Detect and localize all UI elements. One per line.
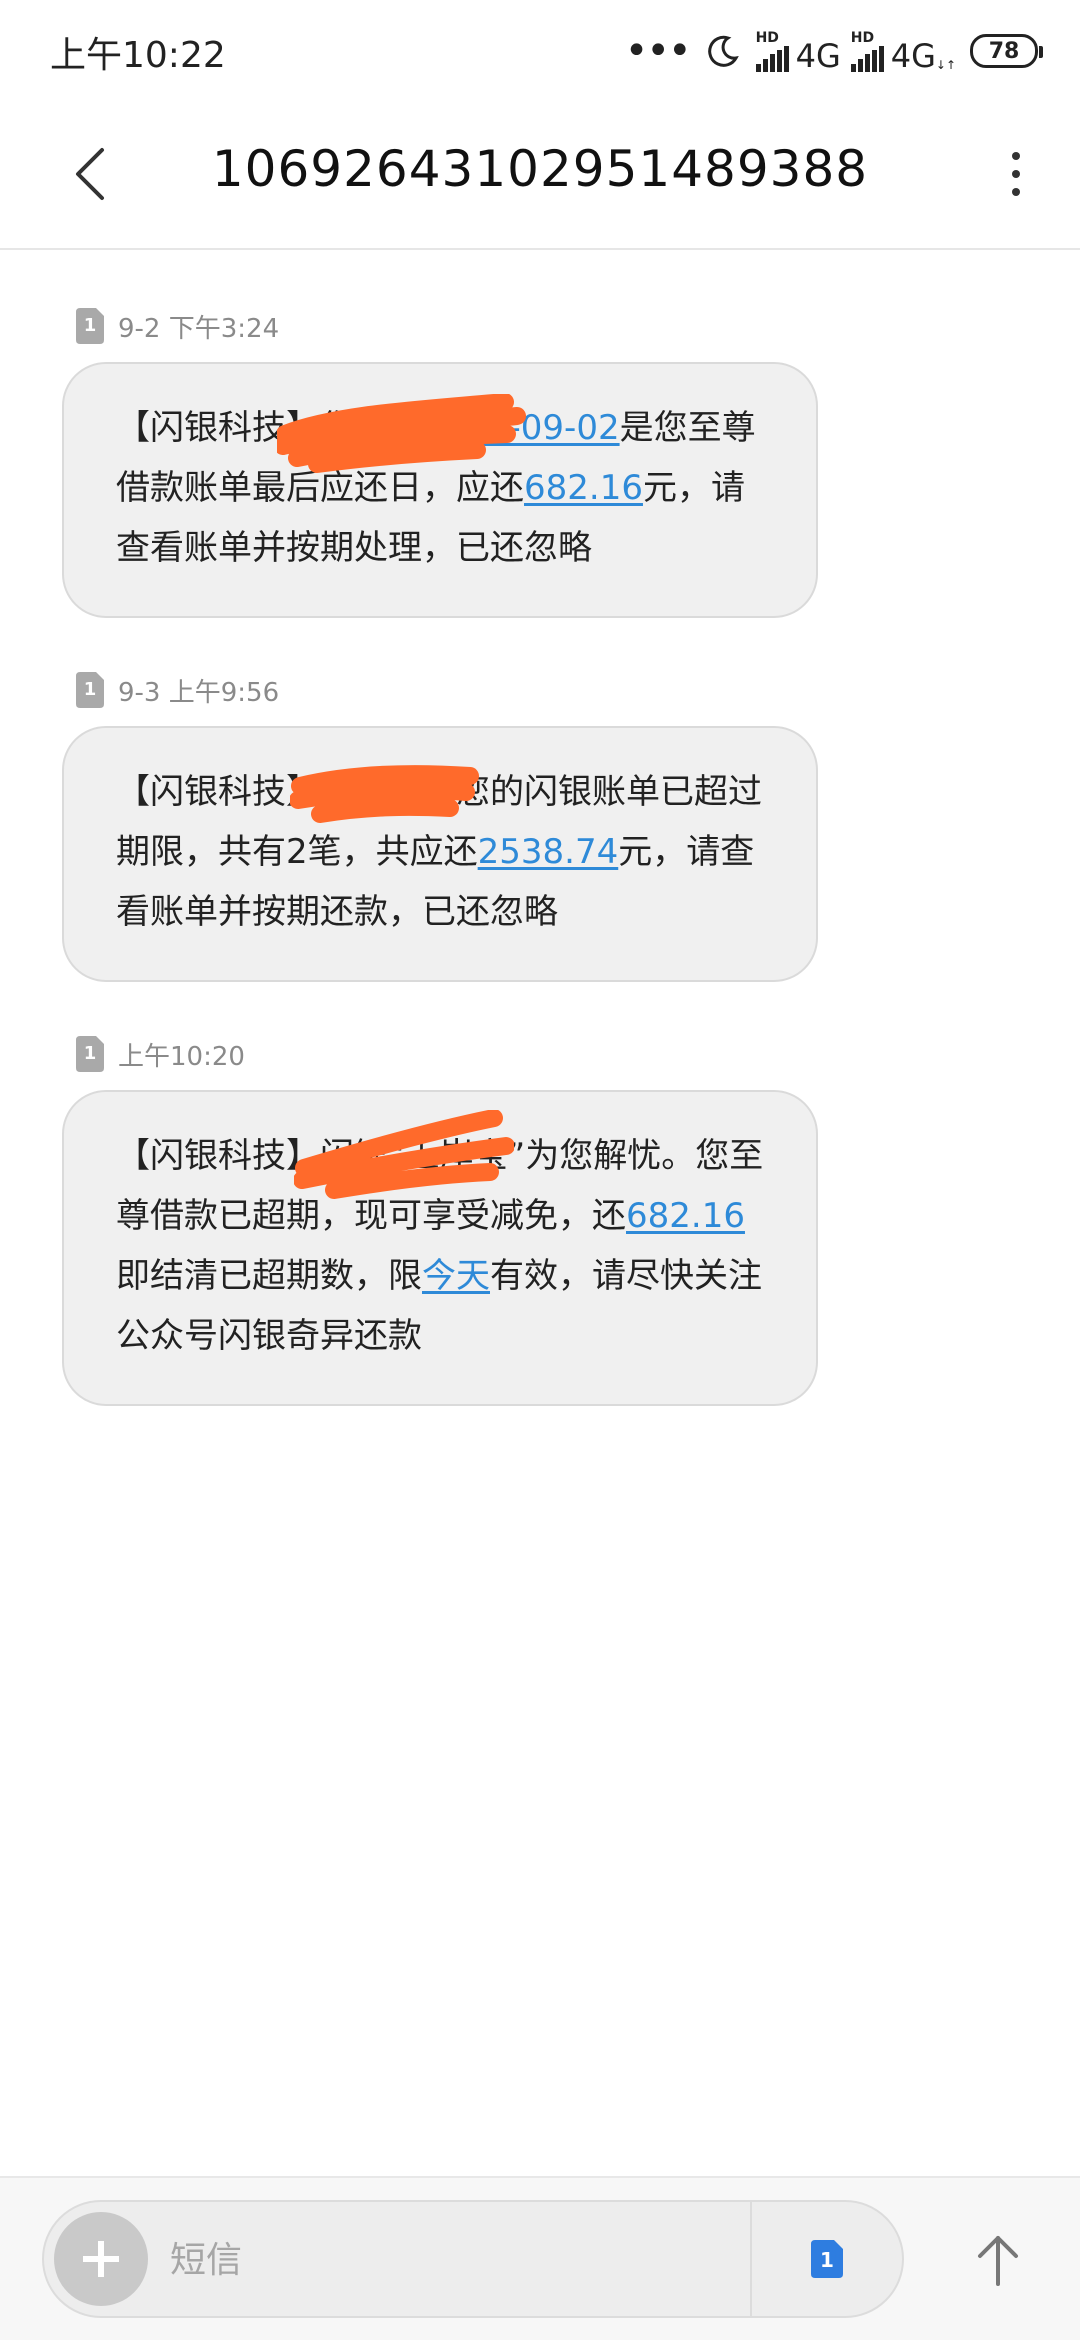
sim-card-icon: 1 bbox=[76, 1036, 104, 1072]
sms-input[interactable] bbox=[168, 2216, 772, 2304]
redaction-scribble bbox=[294, 1110, 514, 1199]
network-type-1: 4G bbox=[795, 37, 841, 75]
add-attachment-button[interactable] bbox=[54, 2212, 148, 2306]
sim-badge-number: 1 bbox=[820, 2248, 834, 2272]
message-meta: 1 9-2 下午3:24 bbox=[76, 306, 279, 346]
status-icons: ••• HD 4G HD 4G ↓↑ 78 bbox=[624, 24, 1043, 78]
message-time: 9-2 下午3:24 bbox=[118, 313, 280, 344]
conversation-title: 1069264310295148938​8 bbox=[211, 140, 869, 198]
more-notifications-icon: ••• bbox=[624, 28, 692, 74]
message-time: 上午10:20 bbox=[118, 1041, 245, 1072]
do-not-disturb-moon-icon bbox=[707, 35, 739, 67]
more-options-button[interactable] bbox=[986, 140, 1046, 208]
date-link[interactable]: 今天 bbox=[422, 1256, 490, 1296]
hd-label: HD bbox=[755, 30, 779, 46]
sim-card-icon: 1 bbox=[76, 308, 104, 344]
sim-number: 1 bbox=[83, 1043, 97, 1064]
message-text: 【闪银科技】 bbox=[116, 1136, 320, 1176]
compose-field-container: 1 bbox=[42, 2200, 904, 2318]
message-text: 即结清已超期数，限 bbox=[116, 1256, 422, 1296]
arrow-up-icon bbox=[978, 2236, 1018, 2286]
message-meta: 1 9-3 上午9:56 bbox=[76, 670, 279, 710]
send-button[interactable] bbox=[960, 2218, 1036, 2302]
sim-number: 1 bbox=[83, 315, 97, 336]
conversation-header: 1069264310295148938​8 bbox=[0, 100, 1080, 250]
message-meta: 1 上午10:20 bbox=[76, 1034, 245, 1074]
hd-label-2: HD bbox=[850, 30, 875, 46]
signal-bars-icon bbox=[755, 46, 789, 72]
sim-card-icon: 1 bbox=[811, 2240, 843, 2278]
signal-bars-icon bbox=[850, 46, 884, 72]
compose-bar: 1 bbox=[0, 2176, 1080, 2340]
more-vertical-icon bbox=[1012, 152, 1020, 160]
signal-sim2: HD 4G ↓↑ bbox=[850, 30, 960, 75]
sim-select-button[interactable]: 1 bbox=[750, 2202, 902, 2316]
sim-card-icon: 1 bbox=[76, 672, 104, 708]
signal-sim1: HD 4G bbox=[755, 30, 841, 75]
sim-number: 1 bbox=[83, 679, 97, 700]
redaction-scribble bbox=[290, 765, 479, 823]
battery-level: 78 bbox=[988, 38, 1020, 64]
status-bar: 上午10:22 ••• HD 4G HD 4G ↓↑ 78 bbox=[0, 0, 1080, 100]
sms-conversation-screen: 上午10:22 ••• HD 4G HD 4G ↓↑ 78 1069264310… bbox=[0, 0, 1080, 2340]
plus-icon bbox=[83, 2241, 119, 2277]
network-type-2: 4G bbox=[890, 37, 936, 75]
data-activity-icon: ↓↑ bbox=[935, 58, 956, 72]
redaction-scribble bbox=[277, 394, 526, 473]
status-time: 上午10:22 bbox=[50, 35, 226, 76]
message-time: 9-3 上午9:56 bbox=[118, 677, 280, 708]
amount-link[interactable]: 682.16 bbox=[524, 468, 643, 508]
amount-link[interactable]: 2538.74 bbox=[478, 832, 619, 872]
amount-link[interactable]: 682.16 bbox=[626, 1196, 745, 1236]
battery-icon: 78 bbox=[970, 34, 1043, 68]
